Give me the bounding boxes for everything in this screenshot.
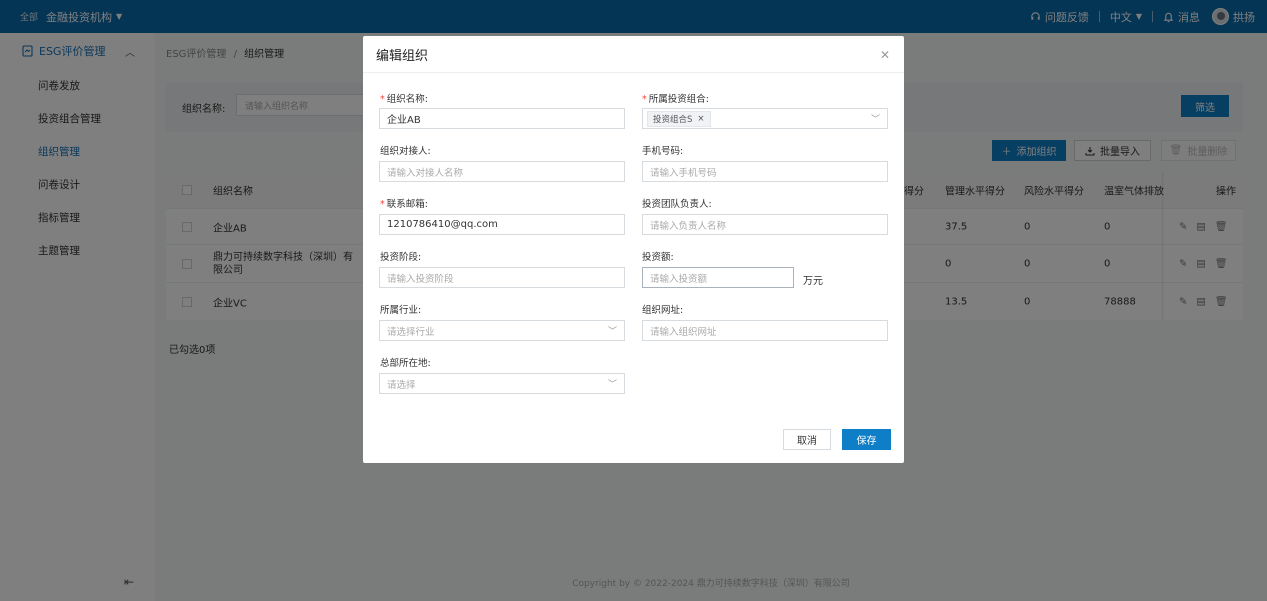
label-text: 联系邮箱:: [386, 199, 428, 210]
close-icon[interactable]: ✕: [880, 49, 890, 61]
website-placeholder: 请输入组织网址: [650, 326, 717, 338]
email-label: * 联系邮箱:: [380, 196, 428, 210]
stage-placeholder: 请输入投资阶段: [387, 273, 454, 285]
amount-unit: 万元: [803, 276, 823, 287]
chevron-down-icon: ﹀: [870, 115, 880, 125]
team-lead-placeholder: 请输入负责人名称: [650, 220, 727, 232]
tag-close-icon[interactable]: ×: [697, 114, 704, 124]
contact-label: 组织对接人:: [380, 146, 431, 157]
industry-label: 所属行业:: [380, 305, 422, 316]
phone-input[interactable]: 请输入手机号码: [642, 161, 888, 182]
modal-header: 编辑组织: [363, 36, 904, 73]
chevron-down-icon: ﹀: [607, 327, 617, 337]
team-lead-input[interactable]: 请输入负责人名称: [642, 214, 888, 235]
hq-label: 总部所在地:: [380, 358, 431, 369]
chevron-down-icon: ﹀: [607, 380, 617, 390]
org-name-label: * 组织名称:: [380, 91, 428, 105]
required-mark: *: [380, 94, 385, 105]
required-mark: *: [642, 94, 647, 105]
email-field[interactable]: 1210786410@qq.com: [379, 214, 625, 235]
portfolio-label: * 所属投资组合:: [642, 91, 709, 105]
industry-placeholder: 请选择行业: [387, 326, 435, 338]
stage-input[interactable]: 请输入投资阶段: [379, 267, 625, 288]
website-label: 组织网址:: [642, 305, 684, 316]
phone-label: 手机号码:: [642, 146, 684, 157]
amount-placeholder: 请输入投资额: [650, 273, 708, 285]
phone-placeholder: 请输入手机号码: [650, 167, 717, 179]
team-lead-label: 投资团队负责人:: [642, 199, 712, 210]
stage-label: 投资阶段:: [380, 252, 422, 263]
edit-organization-modal: 编辑组织 ✕ * 组织名称: 企业AB * 所属投资组合: 投资组合S × ﹀ 组织对…: [363, 36, 904, 463]
label-text: 所属投资组合:: [648, 94, 709, 105]
industry-select[interactable]: 请选择行业 ﹀: [379, 320, 625, 341]
website-input[interactable]: 请输入组织网址: [642, 320, 888, 341]
portfolio-tag: 投资组合S ×: [647, 110, 711, 127]
modal-title: 编辑组织: [376, 48, 429, 64]
portfolio-select[interactable]: 投资组合S × ﹀: [642, 108, 888, 129]
hq-placeholder: 请选择: [387, 379, 416, 391]
save-button[interactable]: 保存: [842, 429, 891, 450]
contact-placeholder: 请输入对接人名称: [387, 167, 464, 179]
tag-label: 投资组合S: [653, 114, 693, 125]
email-value: 1210786410@qq.com: [387, 219, 498, 230]
amount-input[interactable]: 请输入投资额: [642, 267, 794, 288]
label-text: 组织名称:: [386, 94, 428, 105]
hq-select[interactable]: 请选择 ﹀: [379, 373, 625, 394]
cancel-button[interactable]: 取消: [783, 429, 831, 450]
org-name-field[interactable]: 企业AB: [379, 108, 625, 129]
amount-label: 投资额:: [642, 252, 674, 263]
required-mark: *: [380, 199, 385, 210]
contact-input[interactable]: 请输入对接人名称: [379, 161, 625, 182]
org-name-value: 企业AB: [387, 115, 421, 126]
